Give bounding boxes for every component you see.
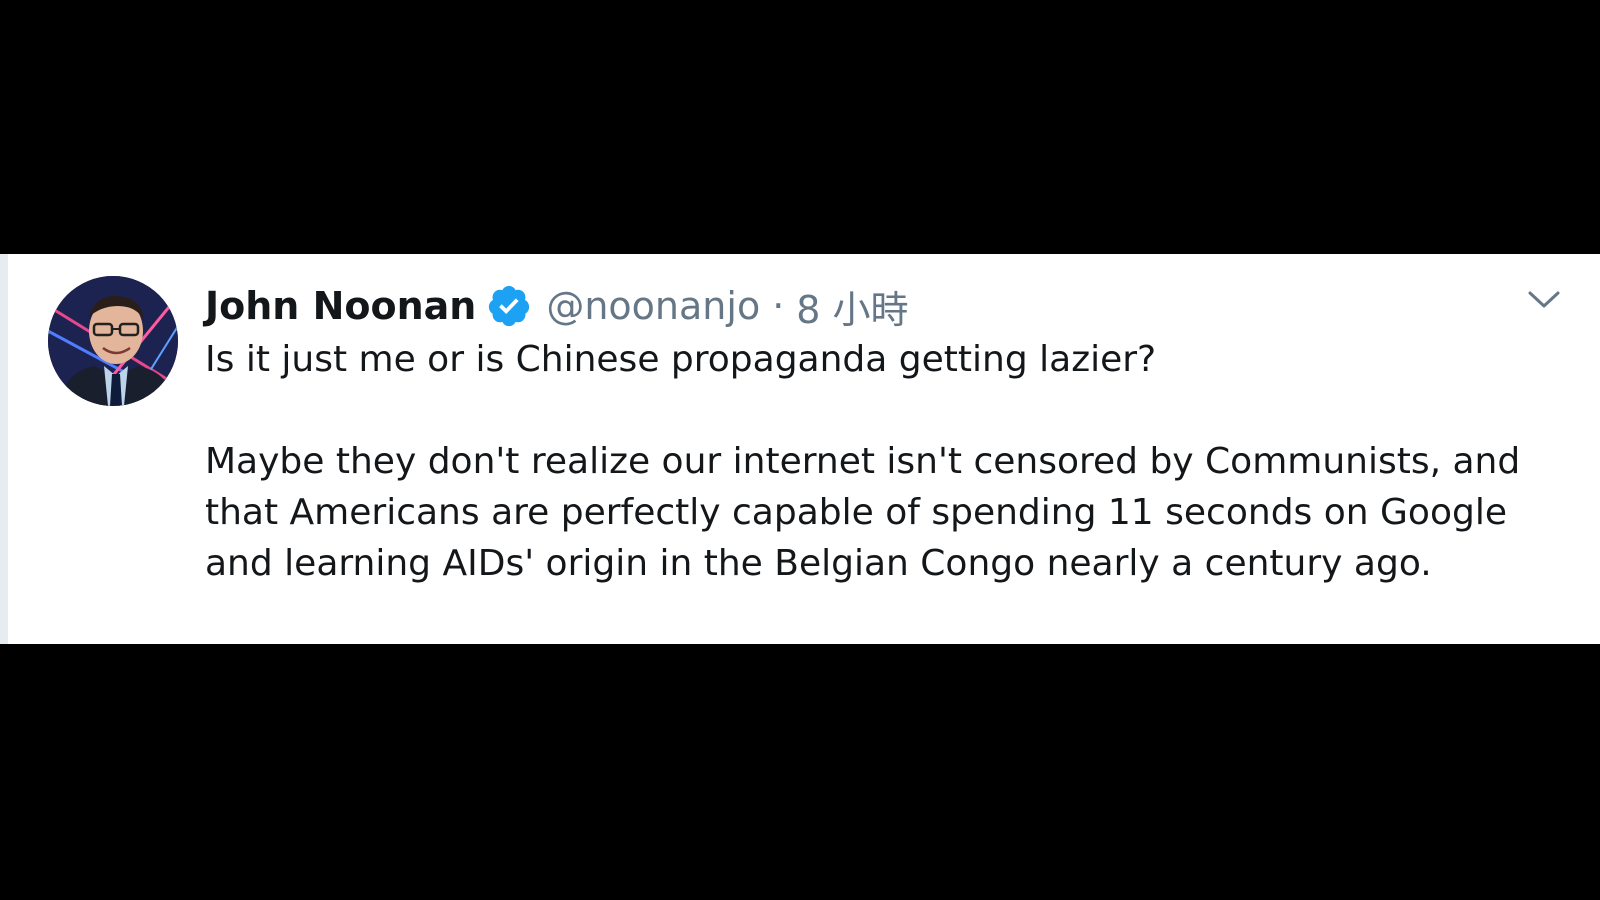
tweet-paragraph: Is it just me or is Chinese propaganda g…	[205, 339, 1157, 380]
tweet-card[interactable]: John Noonan @noonanjo · 8 小時 Is it just …	[0, 254, 1600, 644]
separator-dot: ·	[772, 284, 785, 328]
tweet-paragraph: Maybe they don't realize our internet is…	[205, 441, 1521, 584]
tweet-text: Is it just me or is Chinese propaganda g…	[205, 334, 1545, 589]
user-avatar-icon	[48, 276, 178, 406]
chevron-down-icon[interactable]	[1526, 282, 1562, 318]
user-handle[interactable]: @noonanjo	[546, 284, 760, 328]
avatar[interactable]	[48, 276, 178, 406]
tweet-header: John Noonan @noonanjo · 8 小時	[205, 278, 909, 334]
tweet-timestamp[interactable]: 8 小時	[796, 279, 908, 334]
display-name[interactable]: John Noonan	[205, 284, 476, 328]
verified-badge-icon	[486, 283, 532, 329]
